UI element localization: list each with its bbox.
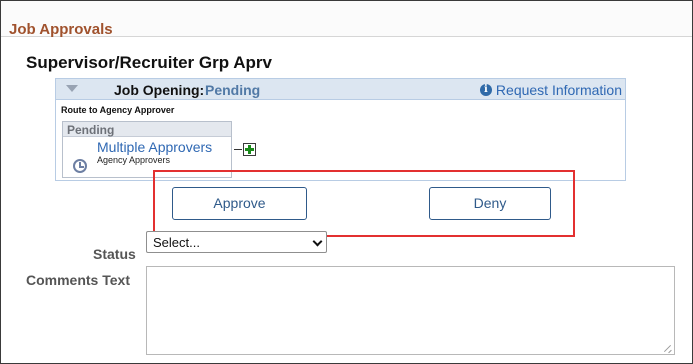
deny-button[interactable]: Deny [429,187,551,220]
approval-group-title: Supervisor/Recruiter Grp Aprv [26,53,272,72]
status-dropdown[interactable]: Select... [146,231,327,253]
approver-group-label: Agency Approvers [97,155,171,165]
route-label: Route to Agency Approver [61,105,175,115]
info-icon: i [479,84,492,96]
section-header: Job Approvals [1,1,692,38]
step-connector-line [234,149,242,150]
status-label: Status [93,246,136,262]
clock-icon [73,159,87,173]
job-opening-panel: Job Opening: Pending i Request Informati… [55,78,626,181]
multiple-approvers-link[interactable]: Multiple Approvers [97,139,212,155]
approval-step-status: Pending [67,123,115,137]
job-opening-label: Job Opening: [114,82,205,98]
job-opening-header[interactable]: Job Opening: Pending i Request Informati… [56,79,625,100]
status-selected-value: Select... [153,235,200,250]
comments-textarea[interactable] [146,266,675,355]
approval-step-header: Pending [63,122,231,137]
comments-label: Comments Text [26,272,130,288]
job-opening-status: Pending [205,82,261,98]
resize-grip-icon[interactable] [664,344,672,352]
collapse-triangle-icon[interactable] [66,85,78,92]
chevron-down-icon [312,236,323,247]
request-information-link[interactable]: i Request Information [479,82,622,98]
approve-button[interactable]: Approve [172,187,307,220]
add-approver-icon[interactable] [243,143,256,156]
request-information-label: Request Information [495,82,622,98]
section-title: Job Approvals [9,21,113,38]
